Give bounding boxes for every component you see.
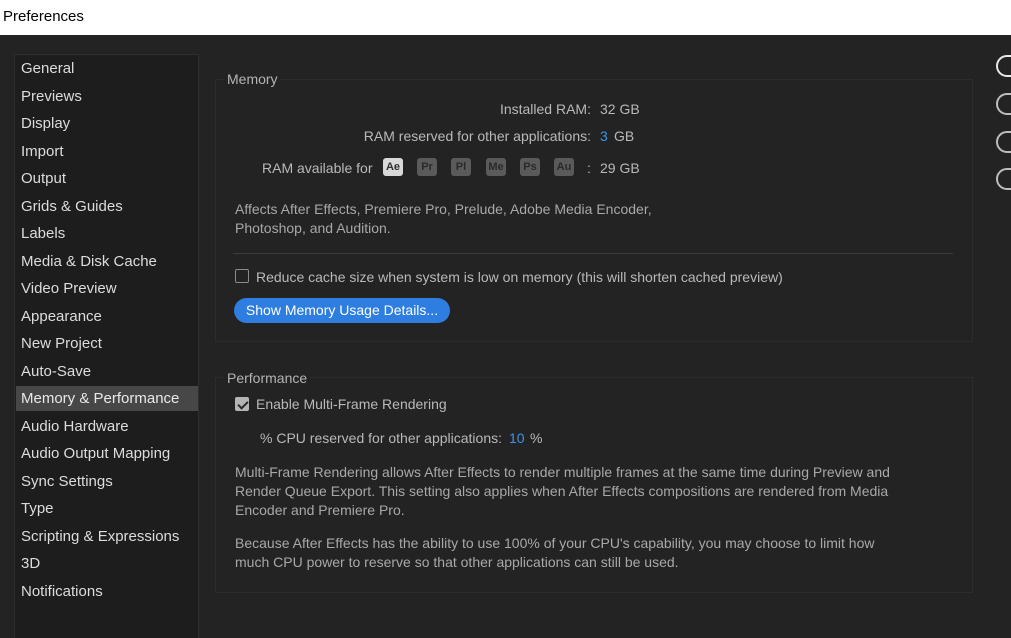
ram-available-colon: : (587, 160, 591, 176)
cpu-description-line-2: much CPU power to reserve so that other … (235, 554, 679, 570)
mfr-description-line-3: Encoder and Premiere Pro. (235, 502, 405, 518)
reduce-cache-checkbox[interactable] (235, 269, 249, 283)
performance-group-title: Performance (224, 370, 311, 386)
sidebar-item-sync-settings[interactable]: Sync Settings (16, 469, 198, 494)
mfr-description-line-1: Multi-Frame Rendering allows After Effec… (235, 464, 890, 480)
ae-app-icon: Ae (383, 158, 403, 176)
multi-frame-rendering-label[interactable]: Enable Multi-Frame Rendering (256, 396, 447, 412)
au-app-icon: Au (554, 158, 574, 176)
ram-available-value: 29 GB (600, 160, 640, 176)
sidebar-item-general[interactable]: General (16, 56, 198, 81)
sidebar-item-display[interactable]: Display (16, 111, 198, 136)
sidebar-item-labels[interactable]: Labels (16, 221, 198, 246)
next-button[interactable] (996, 168, 1011, 190)
installed-ram-label: Installed RAM: (499, 101, 591, 117)
me-app-icon: Me (486, 158, 506, 176)
ram-available-label: RAM available for (262, 160, 373, 176)
window-title-bar: Preferences (0, 0, 1011, 35)
cpu-reserved-label: % CPU reserved for other applications: (260, 430, 502, 446)
ram-reserved-label: RAM reserved for other applications: (363, 128, 591, 144)
affects-description-line-2: Photoshop, and Audition. (235, 220, 391, 236)
sidebar-item-new-project[interactable]: New Project (16, 331, 198, 356)
sidebar-item-notifications[interactable]: Notifications (16, 579, 198, 604)
ok-button[interactable] (996, 55, 1011, 77)
sidebar-item-auto-save[interactable]: Auto-Save (16, 359, 198, 384)
cpu-reserved-value[interactable]: 10 (509, 430, 525, 446)
cancel-button[interactable] (996, 93, 1011, 115)
pr-app-icon: Pr (417, 158, 437, 176)
cpu-reserved-unit: % (530, 430, 543, 446)
sidebar-item-scripting-expressions[interactable]: Scripting & Expressions (16, 524, 198, 549)
show-memory-usage-button[interactable]: Show Memory Usage Details... (234, 298, 450, 323)
sidebar-item-import[interactable]: Import (16, 139, 198, 164)
memory-divider (233, 253, 953, 254)
sidebar-item-grids-guides[interactable]: Grids & Guides (16, 194, 198, 219)
cpu-description-line-1: Because After Effects has the ability to… (235, 535, 875, 551)
mfr-description-line-2: Render Queue Export. This setting also a… (235, 483, 889, 499)
affects-description-line-1: Affects After Effects, Premiere Pro, Pre… (235, 201, 652, 217)
ram-reserved-value[interactable]: 3 (600, 128, 608, 144)
multi-frame-rendering-checkbox[interactable] (235, 397, 249, 411)
sidebar-item-3d[interactable]: 3D (16, 551, 198, 576)
ps-app-icon: Ps (520, 158, 540, 176)
sidebar-item-audio-hardware[interactable]: Audio Hardware (16, 414, 198, 439)
window-title: Preferences (3, 8, 84, 25)
sidebar-item-memory-performance[interactable]: Memory & Performance (16, 386, 198, 411)
sidebar-item-output[interactable]: Output (16, 166, 198, 191)
sidebar-item-media-disk-cache[interactable]: Media & Disk Cache (16, 249, 198, 274)
installed-ram-value: 32 GB (600, 101, 640, 117)
sidebar-item-type[interactable]: Type (16, 496, 198, 521)
sidebar-item-previews[interactable]: Previews (16, 84, 198, 109)
pl-app-icon: Pl (451, 158, 471, 176)
preferences-sidebar: General Previews Display Import Output G… (14, 54, 199, 638)
sidebar-item-video-preview[interactable]: Video Preview (16, 276, 198, 301)
previous-button[interactable] (996, 131, 1011, 153)
reduce-cache-label[interactable]: Reduce cache size when system is low on … (256, 269, 783, 285)
memory-group-title: Memory (224, 71, 281, 87)
sidebar-item-appearance[interactable]: Appearance (16, 304, 198, 329)
sidebar-item-audio-output-mapping[interactable]: Audio Output Mapping (16, 441, 198, 466)
ram-reserved-unit: GB (614, 128, 635, 144)
